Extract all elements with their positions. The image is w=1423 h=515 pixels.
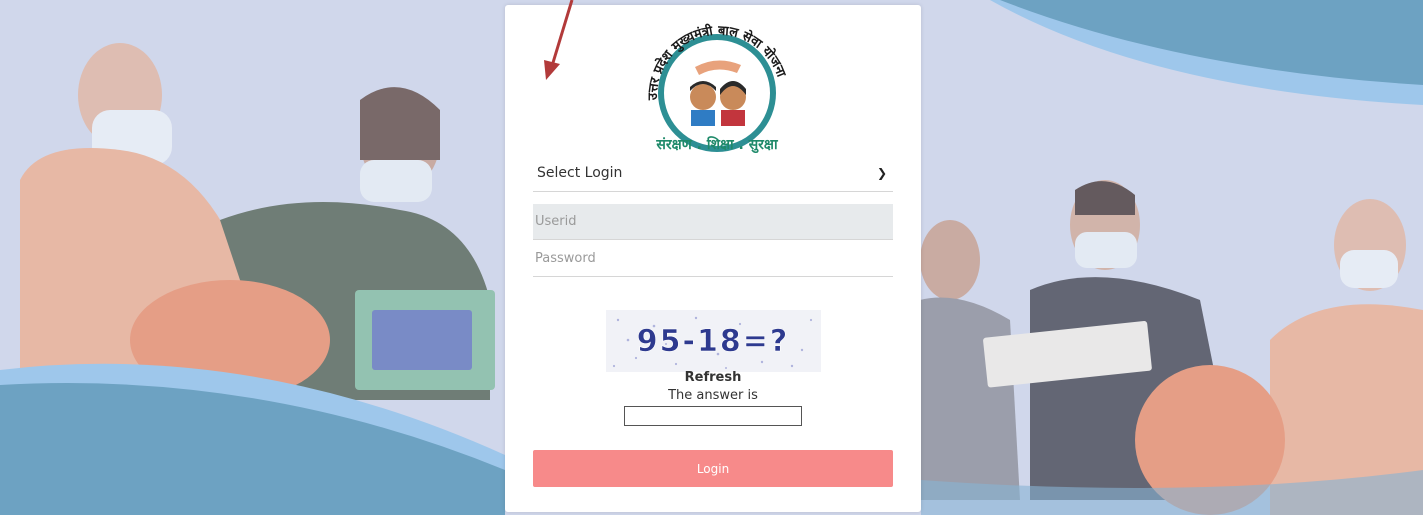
password-input[interactable] (533, 241, 893, 277)
login-button[interactable]: Login (533, 450, 893, 487)
logo-bottom-text: संरक्षण . शिक्षा . सुरक्षा (655, 136, 779, 154)
select-login-label: Select Login (537, 165, 623, 181)
captcha-answer-input[interactable] (624, 406, 802, 426)
refresh-link[interactable]: Refresh (505, 370, 921, 385)
captcha-text: 95-18=? (637, 324, 790, 359)
select-login-dropdown[interactable]: Select Login ❯ (533, 155, 893, 192)
scheme-logo: उत्तर प्रदेश मुख्यमंत्री बाल सेवा योजना … (637, 15, 797, 165)
annotation-arrow (540, 0, 580, 82)
chevron-down-icon: ❯ (876, 166, 887, 180)
userid-input[interactable] (533, 204, 893, 240)
captcha-answer-label: The answer is (668, 388, 758, 403)
captcha-image: 95-18=? (606, 310, 821, 372)
